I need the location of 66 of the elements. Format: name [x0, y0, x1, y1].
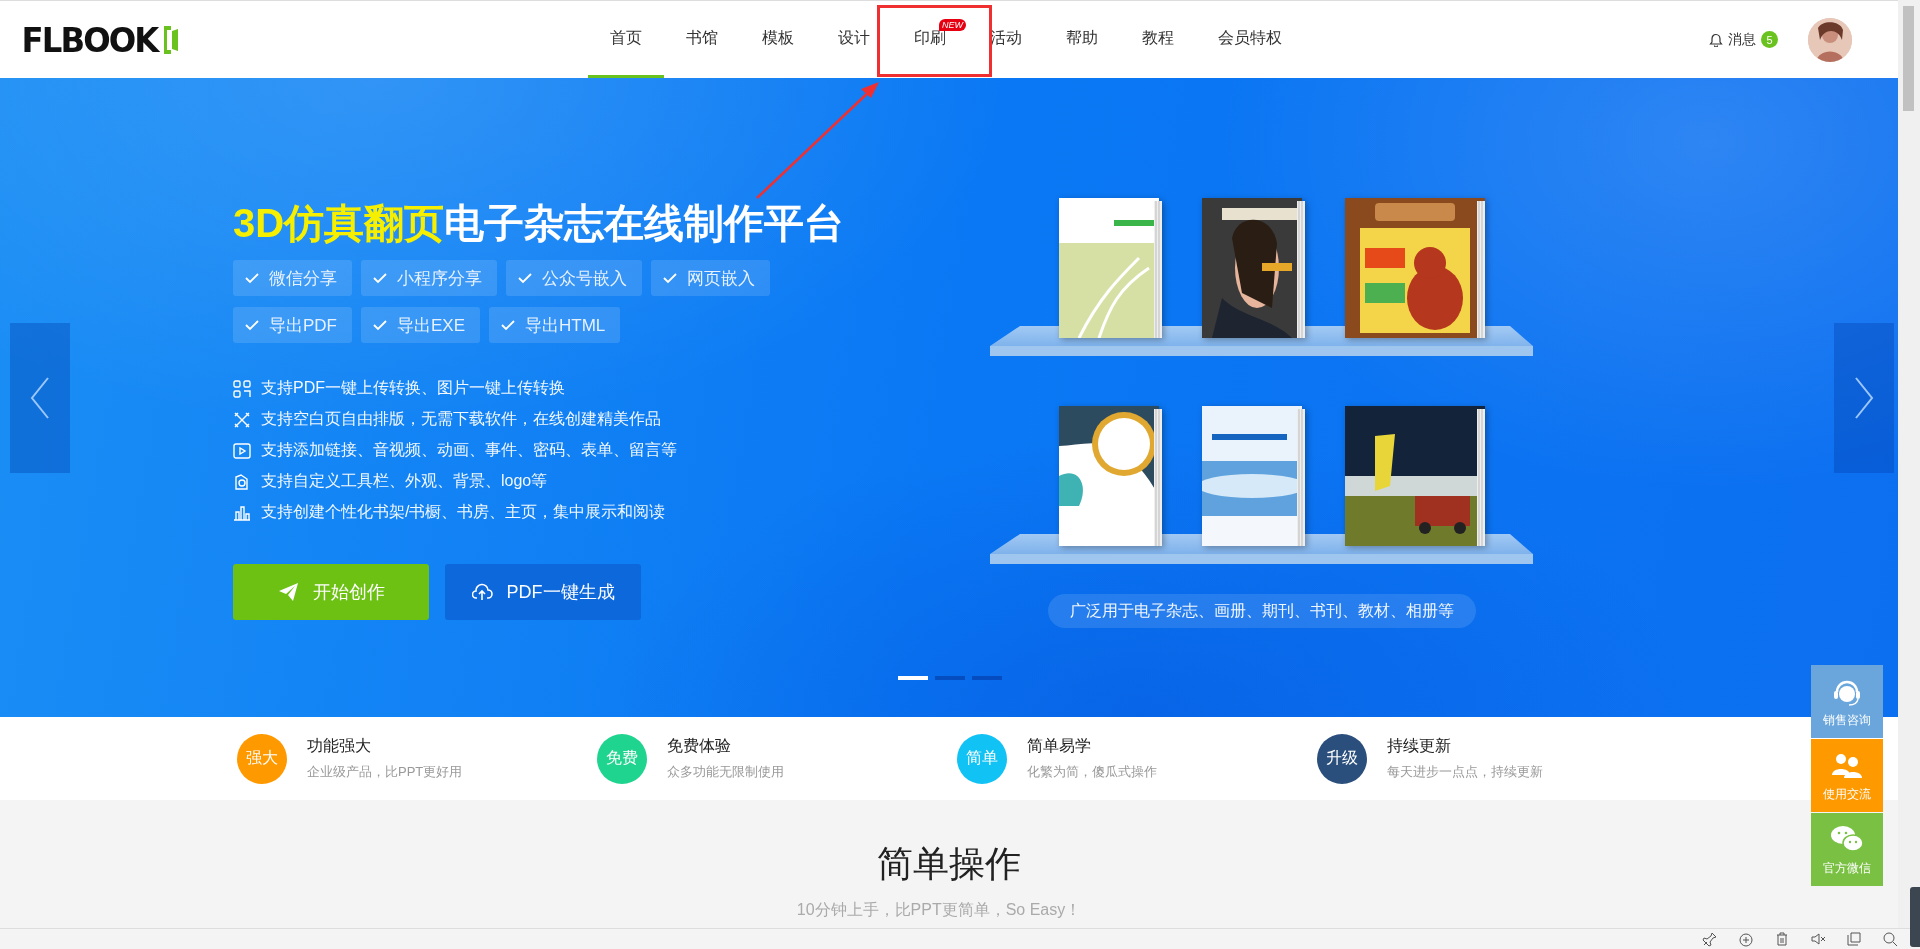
nav-tab[interactable]: 教程	[1120, 1, 1196, 78]
chevron-right-icon	[1852, 376, 1876, 420]
pdf-generate-button[interactable]: PDF一键生成	[445, 564, 641, 620]
feature-description: 企业级产品，比PPT更好用	[307, 763, 463, 781]
add-circle-icon[interactable]	[1738, 931, 1754, 947]
feature-title: 功能强大	[307, 736, 372, 756]
check-icon	[501, 319, 516, 331]
volume-meter-drawing	[1910, 887, 1920, 947]
bell-icon	[1709, 32, 1723, 47]
nav-tab[interactable]: 模板	[740, 1, 816, 78]
feature-title: 简单易学	[1027, 736, 1092, 756]
feature-badge: 免费	[597, 733, 647, 784]
nav-tab[interactable]: 设计	[816, 1, 892, 78]
feature-badge: 强大	[237, 733, 287, 784]
feature-badge: 简单	[957, 733, 1007, 784]
scrollbar-thumb[interactable]	[1903, 6, 1914, 111]
check-icon	[373, 319, 387, 331]
chevron-left-icon	[28, 376, 52, 420]
logo-text[interactable]: FLBOOK	[21, 19, 158, 60]
window-icon[interactable]	[1846, 931, 1862, 947]
feature-icon	[233, 410, 251, 429]
paper-plane-icon	[277, 582, 299, 602]
check-icon	[518, 272, 532, 284]
nav-tab[interactable]: 首页	[588, 1, 664, 78]
check-icon	[373, 272, 387, 284]
message-count-badge: 5	[1761, 31, 1778, 48]
check-icon	[245, 272, 259, 284]
feature-tag: 小程序分享	[361, 260, 497, 296]
nav-tab[interactable]: 印刷 NEW	[892, 1, 968, 78]
hero-title: 3D仿真翻页电子杂志在线制作平台	[233, 200, 846, 247]
feature-tag: 导出HTML	[489, 307, 621, 343]
feature-description: 众多功能无限制使用	[667, 763, 784, 781]
feature-text: 支持空白页自由排版，无需下载软件，在线创建精美作品	[261, 409, 661, 429]
feature-tag: 导出PDF	[233, 307, 352, 343]
pin-icon[interactable]	[1702, 931, 1718, 947]
feature-text: 支持PDF一键上传转换、图片一键上传转换	[261, 378, 565, 398]
feature-icon	[233, 379, 251, 398]
search-icon[interactable]	[1882, 931, 1898, 947]
feature-title: 持续更新	[1387, 736, 1452, 756]
nav-tab[interactable]: 会员特权	[1196, 1, 1304, 78]
feature-title: 免费体验	[667, 736, 732, 756]
feature-badge: 升级	[1317, 733, 1367, 784]
feature-icon	[233, 503, 251, 522]
feature-tag: 公众号嵌入	[506, 260, 642, 296]
messages-link[interactable]: 消息	[1728, 30, 1756, 49]
feature-text: 支持创建个性化书架/书橱、书房、主页，集中展示和阅读	[261, 502, 666, 522]
mute-icon[interactable]	[1810, 931, 1826, 947]
feature-description: 化繁为简，傻瓜式操作	[1027, 763, 1157, 781]
check-icon	[663, 272, 677, 284]
feature-icon	[233, 472, 251, 491]
usage-caption: 广泛用于电子杂志、画册、期刊、书刊、教材、相册等	[1047, 594, 1476, 628]
feature-text: 支持添加链接、音视频、动画、事件、密码、表单、留言等	[261, 440, 677, 460]
feature-tag: 微信分享	[233, 260, 352, 296]
new-badge: NEW	[939, 19, 966, 31]
nav-tab[interactable]: 帮助	[1044, 1, 1120, 78]
feature-text: 支持自定义工具栏、外观、背景、logo等	[261, 471, 548, 491]
nav-tab[interactable]: 书馆	[664, 1, 740, 78]
trash-icon[interactable]	[1774, 931, 1790, 947]
feature-icon	[233, 441, 251, 460]
feature-tag: 导出EXE	[361, 307, 481, 343]
section-title: 简单操作	[877, 842, 1021, 886]
section-subtitle: 10分钟上手，比PPT更简单，So Easy！	[796, 900, 1083, 920]
scrollbar[interactable]	[1898, 0, 1920, 928]
check-icon	[245, 319, 259, 331]
cloud-upload-icon	[471, 582, 493, 602]
feature-tag: 网页嵌入	[651, 260, 770, 296]
